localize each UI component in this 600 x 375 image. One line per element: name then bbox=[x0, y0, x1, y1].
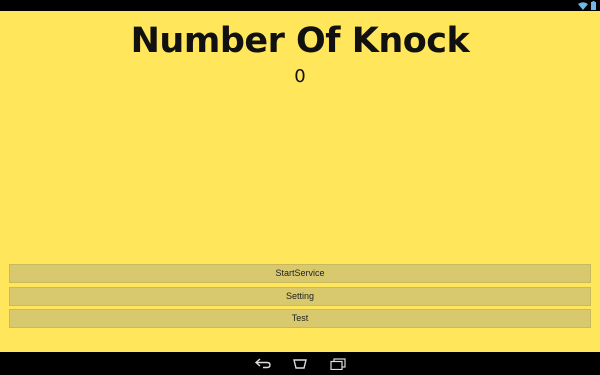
knock-count: 0 bbox=[294, 66, 306, 87]
back-icon[interactable] bbox=[252, 356, 274, 371]
app-content: Number Of Knock 0 StartService Setting T… bbox=[0, 11, 600, 352]
navigation-bar bbox=[0, 352, 600, 375]
wifi-icon bbox=[578, 1, 588, 10]
screen: Number Of Knock 0 StartService Setting T… bbox=[0, 0, 600, 375]
page-title: Number Of Knock bbox=[130, 21, 470, 61]
recents-icon[interactable] bbox=[327, 356, 349, 371]
battery-icon bbox=[591, 1, 596, 10]
start-service-button[interactable]: StartService bbox=[9, 264, 591, 283]
test-button[interactable]: Test bbox=[9, 309, 591, 328]
setting-button[interactable]: Setting bbox=[9, 287, 591, 306]
home-icon[interactable] bbox=[289, 356, 311, 371]
status-bar bbox=[0, 0, 600, 11]
status-icons bbox=[578, 1, 596, 10]
